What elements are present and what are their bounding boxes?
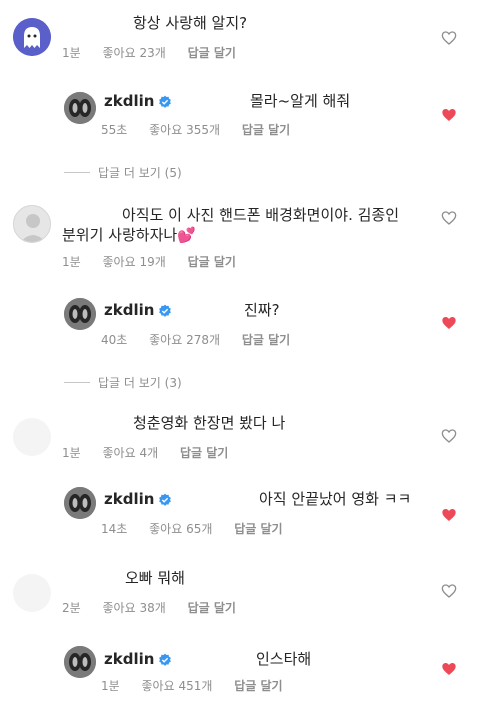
zkdlin-avatar[interactable] (64, 487, 96, 519)
comment-text-line2: 분위기 사랑하자나💕 (62, 226, 196, 244)
reply-button[interactable]: 답글 달기 (188, 46, 236, 60)
reply-button[interactable]: 답글 달기 (242, 333, 290, 347)
comment-time: 1분 (62, 255, 81, 269)
view-more-label[interactable]: 답글 더 보기 (5) (98, 164, 182, 181)
reply-username[interactable]: zkdlin (104, 650, 154, 668)
reply-time: 40초 (101, 333, 128, 347)
heart-outline-icon[interactable] (441, 210, 457, 226)
reply-time: 14초 (101, 522, 128, 536)
reply-button[interactable]: 답글 달기 (234, 522, 282, 536)
reply-meta: 14초 좋아요 65개 답글 달기 (101, 520, 301, 537)
reply-button[interactable]: 답글 달기 (180, 446, 228, 460)
reply-text: 인스타해 (256, 650, 312, 668)
reply-meta: 1분 좋아요 451개 답글 달기 (101, 677, 301, 694)
like-count[interactable]: 좋아요 38개 (103, 601, 166, 615)
zkdlin-avatar[interactable] (64, 646, 96, 678)
heart-filled-icon[interactable] (441, 661, 457, 677)
verified-badge-icon (159, 304, 172, 317)
avatar[interactable] (13, 418, 51, 456)
reply-username[interactable]: zkdlin (104, 301, 154, 319)
comment-meta: 1분 좋아요 19개 답글 달기 (62, 253, 254, 270)
view-more-label[interactable]: 답글 더 보기 (3) (98, 374, 182, 391)
view-more-replies[interactable]: 답글 더 보기 (5) (64, 164, 182, 181)
reply-header: zkdlin (104, 489, 172, 508)
reply-meta: 55초 좋아요 355개 답글 달기 (101, 121, 308, 138)
reply-text: 아직 안끝났어 영화 ㅋㅋ (259, 490, 412, 508)
reply-button[interactable]: 답글 달기 (234, 679, 282, 693)
verified-badge-icon (159, 493, 172, 506)
comment-text: 청춘영화 한장면 봤다 나 (133, 414, 286, 432)
zkdlin-avatar[interactable] (64, 298, 96, 330)
heart-filled-icon[interactable] (441, 507, 457, 523)
reply-time: 1분 (101, 679, 120, 693)
like-count[interactable]: 좋아요 19개 (103, 255, 166, 269)
comment-meta: 1분 좋아요 23개 답글 달기 (62, 44, 254, 61)
reply-meta: 40초 좋아요 278개 답글 달기 (101, 331, 308, 348)
comment-text-line1: 아직도 이 사진 핸드폰 배경화면이야. 김종인 (122, 206, 400, 224)
like-count[interactable]: 좋아요 65개 (149, 522, 212, 536)
verified-badge-icon (159, 653, 172, 666)
divider (64, 382, 90, 383)
zkdlin-avatar[interactable] (64, 92, 96, 124)
comment-meta: 1분 좋아요 4개 답글 달기 (62, 444, 246, 461)
comment-text: 오빠 뭐해 (125, 569, 185, 587)
reply-time: 55초 (101, 123, 128, 137)
heart-filled-icon[interactable] (441, 107, 457, 123)
like-count[interactable]: 좋아요 451개 (142, 679, 213, 693)
reply-username[interactable]: zkdlin (104, 490, 154, 508)
like-count[interactable]: 좋아요 355개 (149, 123, 220, 137)
heart-outline-icon[interactable] (441, 583, 457, 599)
divider (64, 172, 90, 173)
reply-button[interactable]: 답글 달기 (188, 255, 236, 269)
comment-time: 1분 (62, 446, 81, 460)
like-count[interactable]: 좋아요 23개 (103, 46, 166, 60)
verified-badge-icon (159, 95, 172, 108)
reply-header: zkdlin (104, 91, 172, 110)
reply-header: zkdlin (104, 300, 172, 319)
ghost-avatar-icon[interactable] (13, 18, 51, 56)
avatar[interactable] (13, 574, 51, 612)
heart-filled-icon[interactable] (441, 315, 457, 331)
reply-button[interactable]: 답글 달기 (242, 123, 290, 137)
heart-outline-icon[interactable] (441, 30, 457, 46)
comment-meta: 2분 좋아요 38개 답글 달기 (62, 599, 254, 616)
like-count[interactable]: 좋아요 4개 (103, 446, 159, 460)
like-count[interactable]: 좋아요 278개 (149, 333, 220, 347)
reply-text: 진짜? (244, 301, 280, 319)
default-avatar-icon[interactable] (13, 205, 51, 243)
reply-header: zkdlin (104, 649, 172, 668)
heart-outline-icon[interactable] (441, 428, 457, 444)
comment-text: 항상 사랑해 알지? (133, 14, 248, 32)
reply-username[interactable]: zkdlin (104, 92, 154, 110)
comment-time: 2분 (62, 601, 81, 615)
view-more-replies[interactable]: 답글 더 보기 (3) (64, 374, 182, 391)
reply-button[interactable]: 답글 달기 (188, 601, 236, 615)
reply-text: 몰라~알게 해줘 (250, 92, 351, 110)
comment-time: 1분 (62, 46, 81, 60)
